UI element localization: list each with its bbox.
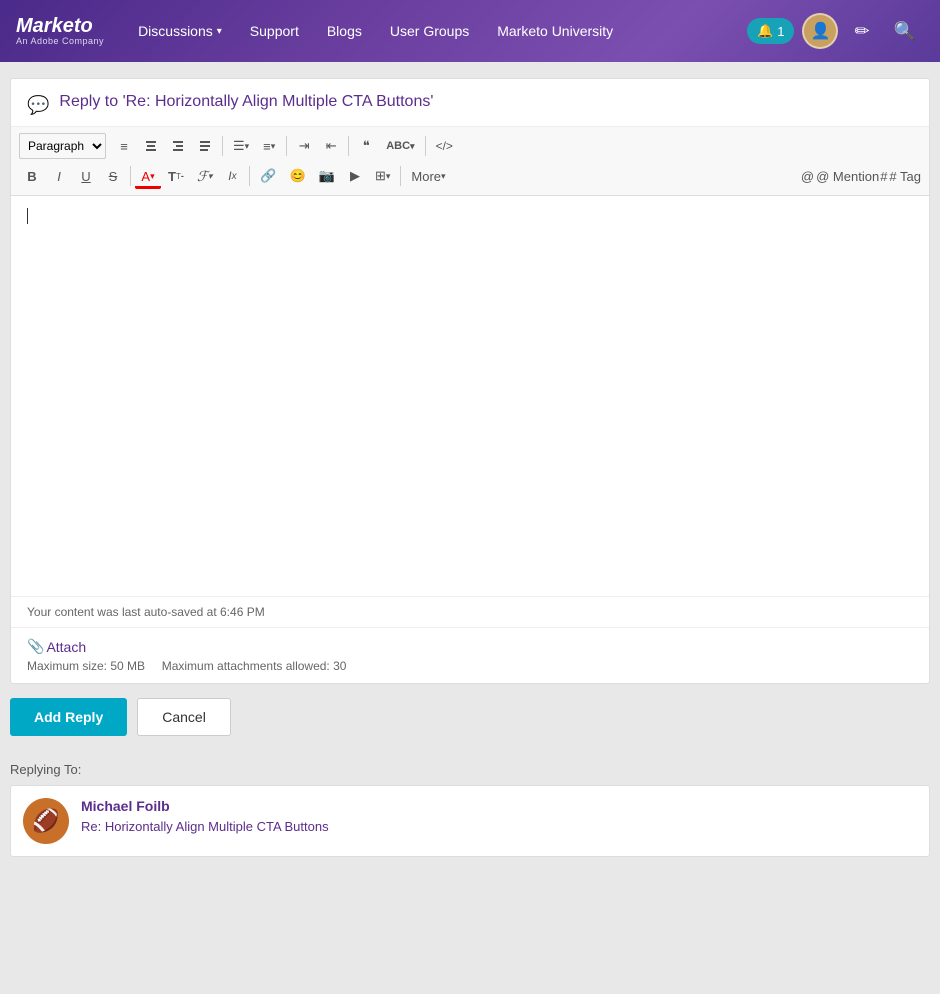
emoji-button[interactable]: 😊 bbox=[284, 163, 312, 189]
logo-text: Marketo bbox=[16, 16, 104, 36]
reply-title-link: Re: Horizontally Align Multiple CTA Butt… bbox=[126, 93, 431, 110]
image-button[interactable]: 📷 bbox=[313, 163, 341, 189]
editor-content-area[interactable] bbox=[11, 196, 929, 596]
edit-icon[interactable]: ✏ bbox=[846, 17, 877, 46]
spellcheck-button[interactable]: ABC▾ bbox=[380, 133, 420, 159]
blockquote-button[interactable]: ❝ bbox=[353, 133, 379, 159]
toolbar-sep4 bbox=[425, 136, 426, 156]
autosave-text: Your content was last auto-saved at 6:46… bbox=[27, 605, 265, 619]
bell-icon: 🔔 bbox=[757, 23, 773, 39]
reply-header: 💬 Reply to 'Re: Horizontally Align Multi… bbox=[11, 79, 929, 127]
toolbar-row1: Paragraph Heading 1 Heading 2 ≡ ☰▾ bbox=[19, 133, 921, 159]
underline-button[interactable]: U bbox=[73, 163, 99, 189]
toolbar-sep1 bbox=[222, 136, 223, 156]
nav-discussions[interactable]: Discussions ▾ bbox=[128, 15, 232, 47]
toolbar-row2: B I U S A▾ TT- ℱ▾ Ix 🔗 😊 📷 ▶ ⊞▾ More ▾ bbox=[19, 163, 921, 189]
font-color-button[interactable]: A▾ bbox=[135, 163, 161, 189]
code-button[interactable]: </> bbox=[430, 133, 459, 159]
attach-link[interactable]: 📎 Attach bbox=[27, 638, 913, 655]
nav-university[interactable]: Marketo University bbox=[487, 15, 623, 47]
tag-button[interactable]: # # Tag bbox=[880, 169, 921, 184]
reply-title: Reply to 'Re: Horizontally Align Multipl… bbox=[59, 93, 433, 111]
toolbar-sep2 bbox=[286, 136, 287, 156]
cancel-button[interactable]: Cancel bbox=[137, 698, 231, 736]
toolbar-sep6 bbox=[249, 166, 250, 186]
reply-card-author: Michael Foilb bbox=[81, 798, 329, 814]
reply-icon: 💬 bbox=[27, 95, 49, 116]
avatar-image: 👤 bbox=[811, 21, 831, 41]
clear-format-button[interactable]: Ix bbox=[219, 163, 245, 189]
nav-support[interactable]: Support bbox=[240, 15, 309, 47]
reply-card-avatar: 🏈 bbox=[23, 798, 69, 844]
action-bar: Add Reply Cancel bbox=[0, 684, 940, 750]
ordered-list-button[interactable]: ≡▾ bbox=[256, 133, 282, 159]
align-center-button[interactable] bbox=[138, 133, 164, 159]
navbar: Marketo An Adobe Company Discussions ▾ S… bbox=[0, 0, 940, 62]
hash-icon: # bbox=[880, 169, 887, 184]
attach-section: 📎 Attach Maximum size: 50 MB Maximum att… bbox=[11, 627, 929, 683]
at-icon: @ bbox=[801, 169, 814, 184]
chevron-down-icon: ▾ bbox=[217, 26, 222, 37]
bold-button[interactable]: B bbox=[19, 163, 45, 189]
paragraph-style-select[interactable]: Paragraph Heading 1 Heading 2 bbox=[19, 133, 106, 159]
text-size-button[interactable]: TT- bbox=[162, 163, 190, 189]
outdent-button[interactable]: ⇤ bbox=[318, 133, 344, 159]
more-button[interactable]: More ▾ bbox=[405, 163, 451, 189]
replying-to-section: Replying To: 🏈 Michael Foilb Re: Horizon… bbox=[0, 750, 940, 857]
text-cursor bbox=[27, 208, 28, 224]
video-button[interactable]: ▶ bbox=[342, 163, 368, 189]
toolbar-sep3 bbox=[348, 136, 349, 156]
table-button[interactable]: ⊞▾ bbox=[369, 163, 396, 189]
nav-user-groups[interactable]: User Groups bbox=[380, 15, 479, 47]
navbar-right: 🔔 1 👤 ✏ 🔍 bbox=[747, 13, 924, 49]
toolbar-sep5 bbox=[130, 166, 131, 186]
more-chevron-icon: ▾ bbox=[441, 171, 446, 182]
reply-card: 🏈 Michael Foilb Re: Horizontally Align M… bbox=[10, 785, 930, 857]
bullet-list-button[interactable]: ☰▾ bbox=[227, 133, 255, 159]
replying-to-label: Replying To: bbox=[10, 762, 930, 777]
reply-card-subject-link[interactable]: Re: Horizontally Align Multiple CTA Butt… bbox=[81, 819, 329, 834]
autosave-bar: Your content was last auto-saved at 6:46… bbox=[11, 596, 929, 627]
user-avatar-button[interactable]: 👤 bbox=[802, 13, 838, 49]
add-reply-button[interactable]: Add Reply bbox=[10, 698, 127, 736]
reply-container: 💬 Reply to 'Re: Horizontally Align Multi… bbox=[10, 78, 930, 684]
paperclip-icon: 📎 bbox=[27, 638, 44, 655]
notif-count: 1 bbox=[777, 24, 784, 39]
notification-button[interactable]: 🔔 1 bbox=[747, 18, 794, 44]
align-left-button[interactable]: ≡ bbox=[111, 133, 137, 159]
attach-info: Maximum size: 50 MB Maximum attachments … bbox=[27, 659, 913, 673]
link-button[interactable]: 🔗 bbox=[254, 163, 282, 189]
logo-sub: An Adobe Company bbox=[16, 36, 104, 46]
search-icon[interactable]: 🔍 bbox=[886, 17, 924, 46]
indent-button[interactable]: ⇥ bbox=[291, 133, 317, 159]
main-content: 💬 Reply to 'Re: Horizontally Align Multi… bbox=[0, 62, 940, 994]
navbar-nav: Discussions ▾ Support Blogs User Groups … bbox=[128, 15, 747, 47]
reply-card-content: Michael Foilb Re: Horizontally Align Mul… bbox=[81, 798, 329, 834]
align-justify-button[interactable] bbox=[192, 133, 218, 159]
align-right-button[interactable] bbox=[165, 133, 191, 159]
toolbar-sep7 bbox=[400, 166, 401, 186]
nav-blogs[interactable]: Blogs bbox=[317, 15, 372, 47]
font-family-button[interactable]: ℱ▾ bbox=[191, 163, 219, 189]
italic-button[interactable]: I bbox=[46, 163, 72, 189]
strikethrough-button[interactable]: S bbox=[100, 163, 126, 189]
editor-toolbar: Paragraph Heading 1 Heading 2 ≡ ☰▾ bbox=[11, 127, 929, 196]
mention-button[interactable]: @ @ Mention bbox=[801, 169, 879, 184]
logo: Marketo An Adobe Company bbox=[16, 16, 104, 46]
